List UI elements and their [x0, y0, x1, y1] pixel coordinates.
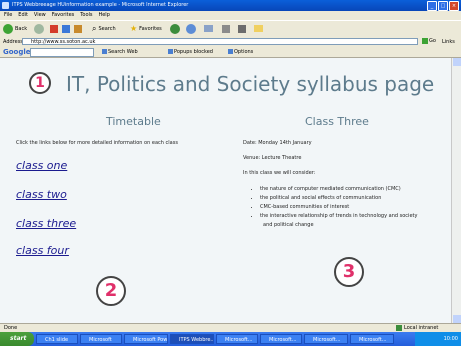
class-one-link[interactable]: class one	[16, 159, 67, 172]
taskbar-item[interactable]: Microsoft...	[350, 334, 394, 344]
back-arrow-icon	[3, 23, 13, 34]
marker-3: 3	[334, 257, 364, 287]
taskbar-item[interactable]: Microsoft...	[304, 334, 348, 344]
marker-2: 2	[96, 276, 126, 306]
ie-icon	[2, 2, 9, 9]
class-venue: Venue: Lecture Theatre	[243, 155, 302, 161]
class-date: Date: Monday 14th January	[243, 140, 312, 146]
search-web-icon	[102, 49, 107, 54]
search-button[interactable]: ⌕ Search	[92, 23, 116, 34]
star-icon: ★	[130, 24, 138, 33]
maximize-button[interactable]: □	[438, 1, 448, 11]
timetable-heading: Timetable	[106, 115, 161, 128]
mail-icon	[204, 25, 213, 32]
media-button[interactable]	[170, 23, 180, 34]
status-text: Done	[4, 325, 18, 331]
links-button[interactable]: Links	[442, 39, 455, 45]
intranet-icon	[396, 325, 402, 331]
folder-button[interactable]	[254, 23, 263, 34]
menu-help[interactable]: Help	[98, 12, 109, 18]
list-item: CMC-based communities of interest	[260, 204, 417, 210]
forward-button[interactable]	[34, 23, 44, 34]
forward-arrow-icon	[34, 23, 44, 34]
list-item: the political and social effects of comm…	[260, 195, 417, 201]
taskbar-item[interactable]: Microsoft Pow...	[124, 334, 168, 344]
google-popups-button[interactable]: Popups blocked	[168, 49, 213, 55]
options-icon	[228, 49, 233, 54]
back-button[interactable]: Back	[3, 23, 27, 34]
history-button[interactable]	[186, 23, 196, 34]
folder-icon	[254, 25, 263, 32]
taskbar-item[interactable]: Microsoft	[80, 334, 122, 344]
list-item: the interactive relationship of trends i…	[260, 213, 417, 219]
home-button[interactable]	[74, 23, 82, 34]
class-three-link[interactable]: class three	[16, 217, 76, 230]
minimize-button[interactable]: _	[427, 1, 437, 11]
go-button[interactable]: Go	[422, 38, 436, 44]
media-icon	[170, 23, 180, 34]
edit-button[interactable]	[238, 23, 246, 34]
taskbar: start Ch1 slide Microsoft Microsoft Pow.…	[0, 332, 461, 346]
start-button[interactable]: start	[0, 332, 34, 346]
taskbar-item[interactable]: Ch1 slide	[36, 334, 78, 344]
menu-bar: File Edit View Favorites Tools Help	[0, 11, 461, 20]
popup-blocker-icon	[168, 49, 173, 54]
menu-tools[interactable]: Tools	[80, 12, 92, 18]
print-button[interactable]	[222, 23, 230, 34]
class-four-link[interactable]: class four	[16, 244, 69, 257]
menu-view[interactable]: View	[34, 12, 46, 18]
stop-button[interactable]	[50, 23, 58, 34]
history-icon	[186, 23, 196, 34]
close-button[interactable]: ×	[449, 1, 459, 11]
address-input[interactable]: http://www.ss.soton.ac.uk	[22, 38, 418, 45]
menu-file[interactable]: File	[4, 12, 12, 18]
scroll-up-button[interactable]	[453, 58, 461, 66]
class-topics-list: the nature of computer mediated communic…	[252, 186, 417, 231]
google-search-web-button[interactable]: Search Web	[102, 49, 138, 55]
mail-button[interactable]	[204, 23, 213, 34]
class-two-link[interactable]: class two	[16, 188, 67, 201]
system-tray: 10:00	[415, 332, 461, 346]
google-logo: Google	[3, 48, 31, 56]
menu-favorites[interactable]: Favorites	[52, 12, 75, 18]
google-options-button[interactable]: Options	[228, 49, 253, 55]
security-zone: Local intranet	[396, 325, 438, 331]
clock[interactable]: 10:00	[444, 336, 458, 342]
printer-icon	[222, 24, 230, 33]
list-item: and political change	[263, 222, 314, 228]
taskbar-item[interactable]: Microsoft...	[260, 334, 302, 344]
go-arrow-icon	[422, 38, 428, 44]
refresh-button[interactable]	[62, 23, 70, 34]
class-heading: Class Three	[305, 115, 369, 128]
menu-edit[interactable]: Edit	[18, 12, 28, 18]
browser-toolbar: Back ⌕ Search ★ Favorites	[0, 20, 461, 38]
scroll-down-button[interactable]	[453, 315, 461, 323]
vertical-scrollbar[interactable]	[451, 58, 461, 323]
home-icon	[74, 24, 82, 33]
address-label: Address	[3, 39, 23, 45]
google-search-input[interactable]	[30, 48, 94, 57]
list-item: the nature of computer mediated communic…	[260, 186, 417, 192]
page-title: IT, Politics and Society syllabus page	[66, 72, 435, 96]
marker-1: 1	[29, 72, 51, 94]
window-title: ITPS Webbreeage HUinformation example - …	[12, 2, 189, 8]
google-toolbar: Google Search Web Popups blocked Options	[0, 47, 461, 58]
refresh-icon	[62, 24, 70, 33]
window-titlebar[interactable]: ITPS Webbreeage HUinformation example - …	[0, 0, 461, 11]
stop-icon	[50, 24, 58, 33]
taskbar-item-active[interactable]: ITPS Webbre...	[170, 334, 214, 344]
edit-icon	[238, 24, 246, 33]
search-icon: ⌕	[92, 23, 97, 33]
class-intro: In this class we will consider:	[243, 170, 316, 176]
taskbar-item[interactable]: Microsoft...	[216, 334, 258, 344]
favorites-button[interactable]: ★ Favorites	[130, 23, 162, 34]
timetable-note: Click the links below for more detailed …	[16, 140, 178, 146]
